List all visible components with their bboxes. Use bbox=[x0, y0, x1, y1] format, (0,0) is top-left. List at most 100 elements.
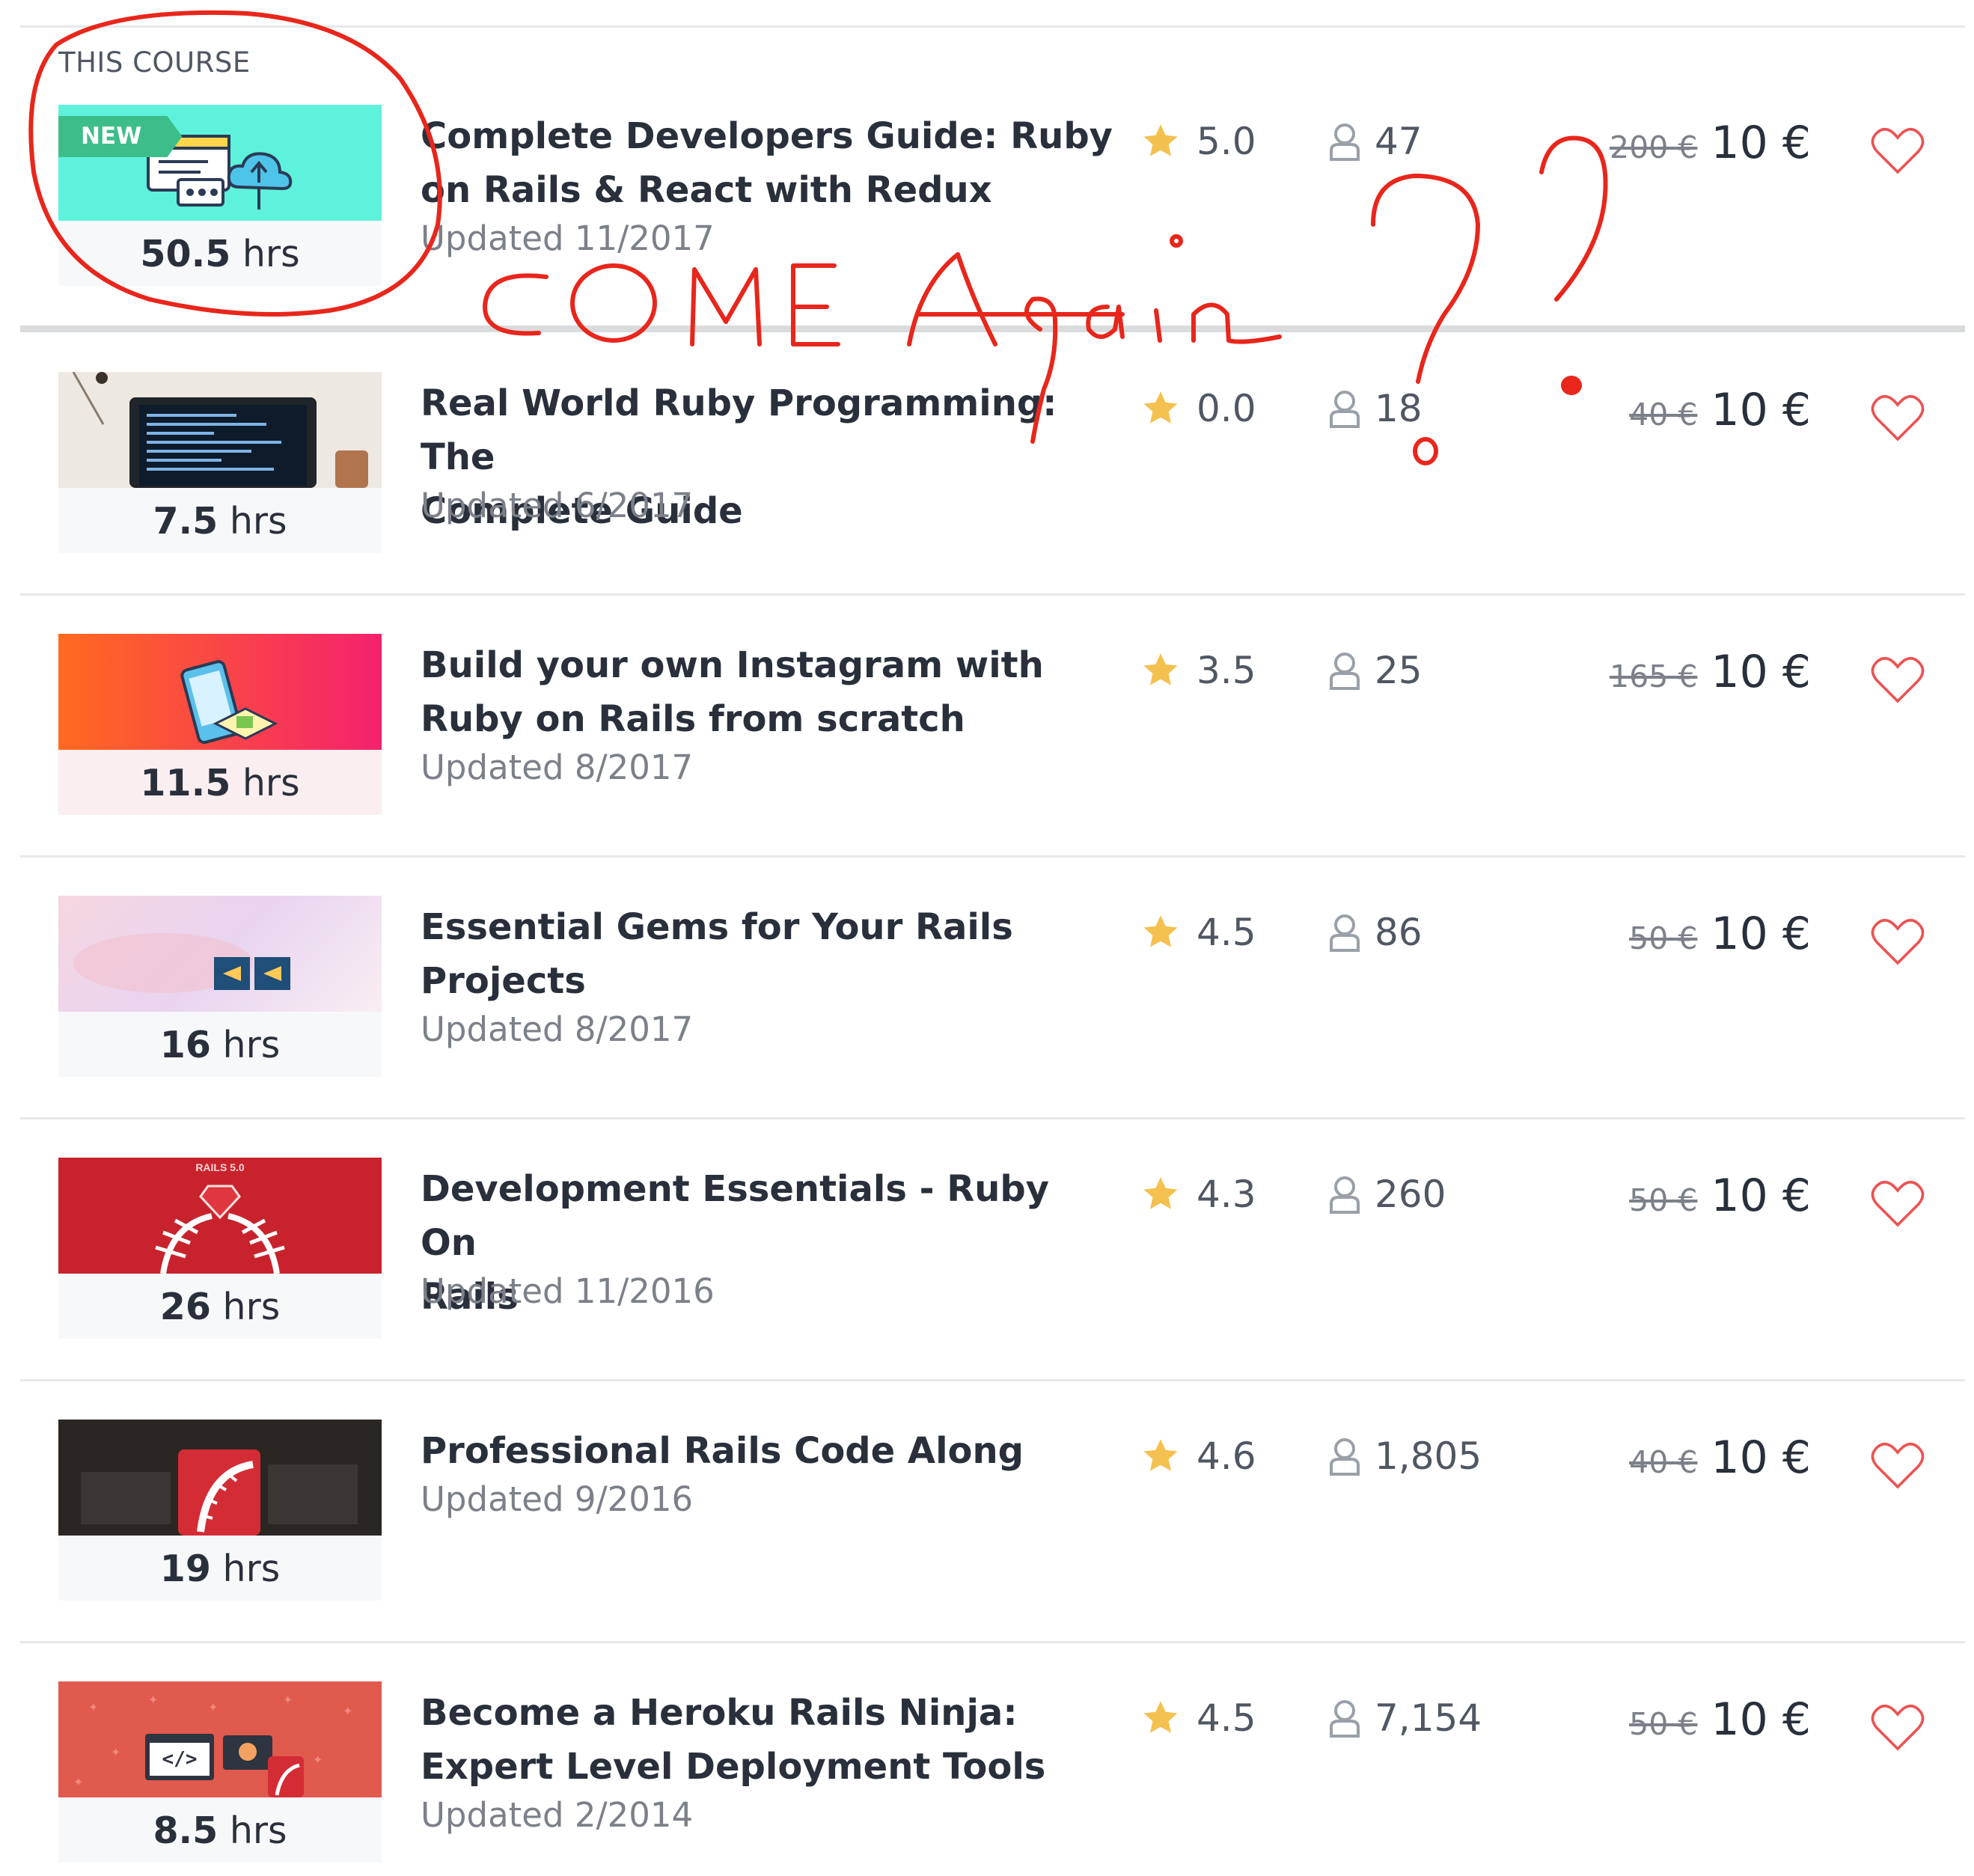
course-title[interactable]: Complete Developers Guide: Ruby on Rails … bbox=[421, 109, 1116, 217]
course-thumbnail[interactable]: ✦ ✦ ✦ ✦ ✦ ✦ ✦ ✦ </> 8.5 hrs bbox=[58, 1681, 382, 1863]
current-price: 10 € bbox=[1711, 1432, 1811, 1484]
course-updated: Updated 2/2014 bbox=[421, 1795, 694, 1835]
course-row[interactable]: 11.5 hrs Build your own Instagram with Ru… bbox=[0, 634, 1974, 828]
heart-icon[interactable] bbox=[1871, 393, 1925, 442]
course-thumbnail[interactable]: 7.5 hrs bbox=[58, 372, 382, 553]
course-students: 7,154 bbox=[1328, 1696, 1482, 1740]
user-icon bbox=[1330, 1176, 1360, 1214]
row-divider bbox=[20, 1117, 1965, 1119]
heart-icon[interactable] bbox=[1871, 655, 1925, 704]
user-icon bbox=[1330, 653, 1360, 690]
course-title[interactable]: Become a Heroku Rails Ninja: Expert Level… bbox=[421, 1686, 1116, 1794]
course-rating: 4.6 bbox=[1141, 1435, 1256, 1478]
thumbnail-code-text: </> bbox=[162, 1748, 198, 1770]
course-price: 50 € 10 € bbox=[1629, 1170, 1811, 1222]
course-hours: 26 hrs bbox=[159, 1286, 281, 1328]
course-price: 200 € 10 € bbox=[1610, 117, 1811, 169]
course-rating: 4.5 bbox=[1141, 1696, 1256, 1740]
course-students: 260 bbox=[1328, 1173, 1446, 1216]
course-rating: 4.5 bbox=[1141, 911, 1256, 954]
course-hours: 19 hrs bbox=[159, 1547, 281, 1590]
row-divider bbox=[20, 1641, 1965, 1643]
old-price: 40 € bbox=[1629, 397, 1698, 433]
course-thumbnail[interactable]: RAILS 5.0 26 hrs bbox=[58, 1158, 382, 1339]
course-thumbnail[interactable]: 19 hrs bbox=[58, 1420, 382, 1601]
svg-text:✦: ✦ bbox=[313, 1753, 323, 1767]
course-students: 86 bbox=[1328, 911, 1423, 954]
star-icon bbox=[1143, 1177, 1178, 1209]
svg-text:✦: ✦ bbox=[148, 1693, 158, 1707]
course-thumbnail[interactable]: 16 hrs bbox=[58, 896, 382, 1077]
course-updated: Updated 6/2017 bbox=[421, 486, 694, 525]
svg-text:✦: ✦ bbox=[88, 1700, 98, 1714]
heart-icon[interactable] bbox=[1871, 1440, 1925, 1490]
current-price: 10 € bbox=[1711, 1170, 1811, 1222]
course-price: 50 € 10 € bbox=[1629, 1693, 1811, 1746]
svg-text:✦: ✦ bbox=[283, 1693, 293, 1707]
svg-text:✦: ✦ bbox=[343, 1704, 352, 1718]
thumbnail-rails-text: RAILS 5.0 bbox=[195, 1161, 245, 1173]
old-price: 50 € bbox=[1629, 920, 1698, 956]
top-divider bbox=[20, 25, 1965, 28]
heart-icon[interactable] bbox=[1871, 1179, 1925, 1228]
course-updated: Updated 11/2017 bbox=[421, 219, 715, 258]
course-thumbnail[interactable]: NEW 50.5 hrs bbox=[58, 105, 382, 286]
row-divider bbox=[20, 326, 1965, 332]
course-title[interactable]: Build your own Instagram with Ruby on Rai… bbox=[421, 638, 1116, 746]
course-price: 165 € 10 € bbox=[1610, 646, 1811, 698]
new-badge: NEW bbox=[58, 116, 183, 157]
current-price: 10 € bbox=[1711, 117, 1811, 169]
old-price: 50 € bbox=[1629, 1706, 1698, 1742]
course-price: 50 € 10 € bbox=[1629, 908, 1811, 960]
user-icon bbox=[1330, 1700, 1360, 1738]
course-price: 40 € 10 € bbox=[1629, 1432, 1811, 1484]
row-divider bbox=[20, 1379, 1965, 1381]
thumbnail-art bbox=[58, 1420, 382, 1536]
course-row[interactable]: 7.5 hrs Real World Ruby Programming: The… bbox=[0, 372, 1974, 566]
course-rating: 4.3 bbox=[1141, 1173, 1256, 1216]
star-icon bbox=[1143, 1439, 1178, 1471]
old-price: 200 € bbox=[1610, 129, 1698, 165]
course-hours: 11.5 hrs bbox=[140, 762, 300, 804]
row-divider bbox=[20, 855, 1965, 858]
thumbnail-art: RAILS 5.0 bbox=[58, 1158, 382, 1274]
old-price: 50 € bbox=[1629, 1182, 1698, 1218]
current-price: 10 € bbox=[1711, 646, 1811, 698]
course-rating: 3.5 bbox=[1141, 649, 1256, 692]
current-price: 10 € bbox=[1711, 1693, 1811, 1746]
course-updated: Updated 11/2016 bbox=[421, 1271, 715, 1311]
star-icon bbox=[1143, 391, 1178, 424]
star-icon bbox=[1143, 124, 1178, 156]
course-students: 1,805 bbox=[1328, 1435, 1482, 1478]
course-price: 40 € 10 € bbox=[1629, 384, 1811, 436]
row-divider bbox=[20, 593, 1965, 596]
course-row[interactable]: 16 hrs Essential Gems for Your Rails Proj… bbox=[0, 896, 1974, 1090]
thumbnail-art: ✦ ✦ ✦ ✦ ✦ ✦ ✦ ✦ </> bbox=[58, 1681, 382, 1797]
star-icon bbox=[1143, 653, 1178, 685]
thumbnail-art bbox=[58, 372, 382, 488]
course-row[interactable]: NEW 50.5 hrs Complete Developers Guide: … bbox=[0, 105, 1974, 299]
course-hours: 50.5 hrs bbox=[140, 233, 300, 275]
course-title[interactable]: Professional Rails Code Along bbox=[421, 1424, 1116, 1478]
heart-icon[interactable] bbox=[1871, 126, 1925, 175]
heart-icon[interactable] bbox=[1871, 1702, 1925, 1752]
course-rating: 0.0 bbox=[1141, 387, 1256, 430]
course-thumbnail[interactable]: 11.5 hrs bbox=[58, 634, 382, 815]
old-price: 40 € bbox=[1629, 1444, 1698, 1480]
heart-icon[interactable] bbox=[1871, 917, 1925, 966]
course-row[interactable]: 19 hrs Professional Rails Code Along Upd… bbox=[0, 1420, 1974, 1614]
thumbnail-art bbox=[58, 634, 382, 750]
course-row[interactable]: ✦ ✦ ✦ ✦ ✦ ✦ ✦ ✦ </> 8.5 hrs Become a Heroku Ra… bbox=[0, 1681, 1974, 1876]
course-title[interactable]: Essential Gems for Your Rails Projects bbox=[421, 900, 1116, 1008]
svg-text:✦: ✦ bbox=[208, 1700, 218, 1714]
course-row[interactable]: RAILS 5.0 26 hrs Development Essentials … bbox=[0, 1158, 1974, 1352]
star-icon bbox=[1143, 1701, 1178, 1733]
user-icon bbox=[1330, 123, 1360, 161]
current-price: 10 € bbox=[1711, 384, 1811, 436]
user-icon bbox=[1330, 914, 1360, 952]
user-icon bbox=[1330, 391, 1360, 428]
course-updated: Updated 8/2017 bbox=[421, 748, 694, 787]
current-price: 10 € bbox=[1711, 908, 1811, 960]
course-updated: Updated 8/2017 bbox=[421, 1009, 694, 1049]
course-students: 47 bbox=[1328, 120, 1423, 163]
